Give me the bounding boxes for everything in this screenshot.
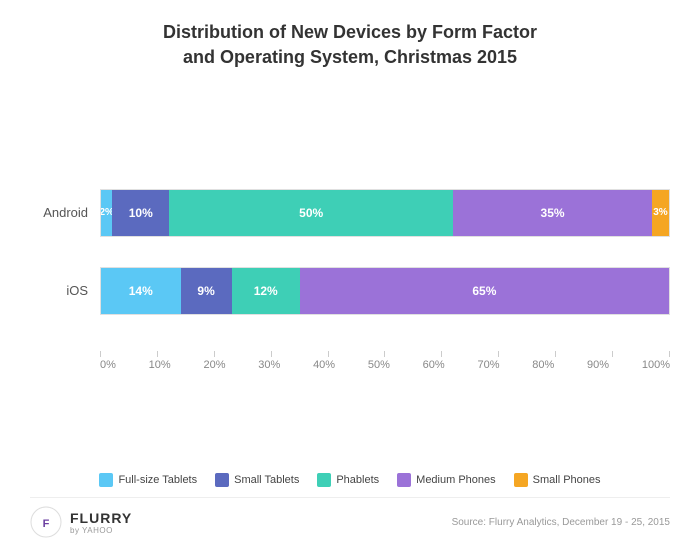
bars-container: Android2%10%50%35%3% iOS14%9%12%65% [30,189,670,345]
legend-label: Phablets [336,474,379,486]
bar-segment-small_phones: 3% [652,190,669,236]
x-axis-label: 90% [587,359,609,371]
footer: F FLURRY by YAHOO Source: Flurry Analyti… [30,497,670,538]
x-axis-tick [328,351,329,357]
legend-swatch [317,473,331,487]
x-axis-label: 20% [203,359,225,371]
x-axis-label: 80% [532,359,554,371]
chart-area: Android2%10%50%35%3%iOS14%9%12%65% 0%10%… [30,100,670,459]
bar-segment-fullsize_tablets: 2% [101,190,112,236]
legend-item: Full-size Tablets [99,473,197,487]
x-axis-tick [555,351,556,357]
chart-title: Distribution of New Devices by Form Fact… [163,20,537,70]
legend-swatch [99,473,113,487]
x-axis-labels: 0% 10% 20% 30% 40% 50% 60% 70% 80% 90% 100% [100,359,670,371]
x-axis-tick [612,351,613,357]
legend-label: Small Tablets [234,474,299,486]
x-axis-tick [384,351,385,357]
bar-segment-medium_phones: 35% [453,190,652,236]
x-axis-label: 0% [100,359,116,371]
legend-item: Phablets [317,473,379,487]
flurry-icon: F [30,506,62,538]
x-axis-label: 10% [149,359,171,371]
x-axis-tick [271,351,272,357]
x-axis-label: 60% [423,359,445,371]
y-label: Android [30,205,100,220]
x-axis-tick [214,351,215,357]
legend-swatch [215,473,229,487]
bar-segment-small_tablets: 10% [112,190,169,236]
svg-text:F: F [43,518,50,530]
bar-segment-phablets: 50% [169,190,453,236]
legend-item: Small Phones [514,473,601,487]
legend-label: Medium Phones [416,474,496,486]
bar-container: 2%10%50%35%3% [100,189,670,237]
x-axis: 0% 10% 20% 30% 40% 50% 60% 70% 80% 90% 100% [100,351,670,371]
x-axis-tick [157,351,158,357]
x-axis-label: 30% [258,359,280,371]
source-text: Source: Flurry Analytics, December 19 - … [452,517,670,528]
legend-swatch [514,473,528,487]
bar-group-android: Android2%10%50%35%3% [30,189,670,237]
legend-label: Small Phones [533,474,601,486]
bar-segment-medium_phones: 65% [300,268,669,314]
x-axis-tick [669,351,670,357]
x-axis-tick [100,351,101,357]
y-label: iOS [30,283,100,298]
flurry-brand-sub: by YAHOO [70,526,132,535]
x-axis-label: 40% [313,359,335,371]
flurry-text-group: FLURRY by YAHOO [70,510,132,535]
legend-item: Medium Phones [397,473,496,487]
bar-group-ios: iOS14%9%12%65% [30,267,670,315]
x-axis-label: 100% [642,359,670,371]
bar-segment-fullsize_tablets: 14% [101,268,181,314]
legend-label: Full-size Tablets [118,474,197,486]
bar-segment-small_tablets: 9% [181,268,232,314]
legend: Full-size Tablets Small Tablets Phablets Me… [99,473,600,487]
x-axis-ticks [100,351,670,357]
x-axis-label: 70% [477,359,499,371]
flurry-brand-name: FLURRY [70,510,132,526]
x-axis-tick [498,351,499,357]
x-axis-label: 50% [368,359,390,371]
flurry-logo: F FLURRY by YAHOO [30,506,132,538]
x-axis-tick [441,351,442,357]
bar-container: 14%9%12%65% [100,267,670,315]
bar-wrapper: 14%9%12%65% [100,267,670,315]
legend-swatch [397,473,411,487]
legend-item: Small Tablets [215,473,299,487]
bar-segment-phablets: 12% [232,268,300,314]
bar-wrapper: 2%10%50%35%3% [100,189,670,237]
